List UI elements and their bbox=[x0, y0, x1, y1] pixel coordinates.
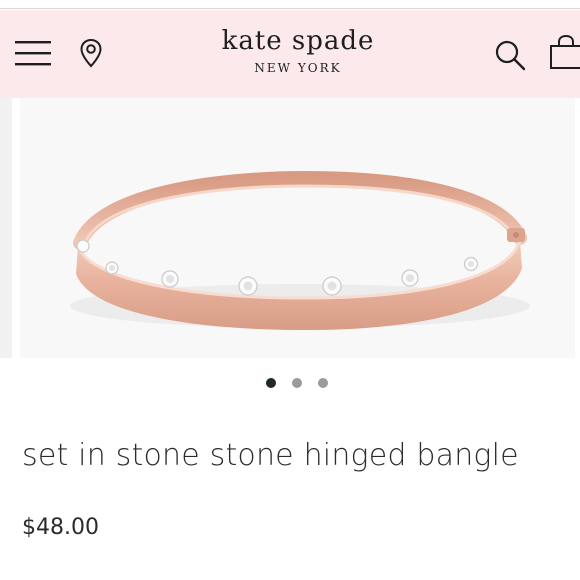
brand-logo[interactable]: kate spade NEW YORK bbox=[190, 24, 406, 77]
top-border bbox=[0, 0, 580, 9]
carousel-dot-1[interactable] bbox=[266, 378, 276, 388]
carousel-dot-2[interactable] bbox=[292, 378, 302, 388]
previous-image-peek[interactable] bbox=[0, 98, 12, 358]
product-gallery[interactable] bbox=[0, 98, 580, 360]
carousel-dots bbox=[262, 378, 332, 390]
site-header: kate spade NEW YORK bbox=[0, 10, 580, 98]
product-title: set in stone stone hinged bangle bbox=[22, 438, 519, 473]
brand-city: NEW YORK bbox=[254, 61, 342, 75]
location-pin-icon[interactable] bbox=[79, 38, 103, 68]
menu-icon[interactable] bbox=[15, 40, 51, 66]
product-price: $48.00 bbox=[22, 515, 99, 540]
carousel-dot-3[interactable] bbox=[318, 378, 328, 388]
search-icon[interactable] bbox=[494, 39, 526, 71]
brand-name: kate spade bbox=[221, 26, 375, 56]
product-image-bangle[interactable] bbox=[20, 98, 575, 358]
shopping-bag-icon[interactable] bbox=[549, 34, 580, 70]
